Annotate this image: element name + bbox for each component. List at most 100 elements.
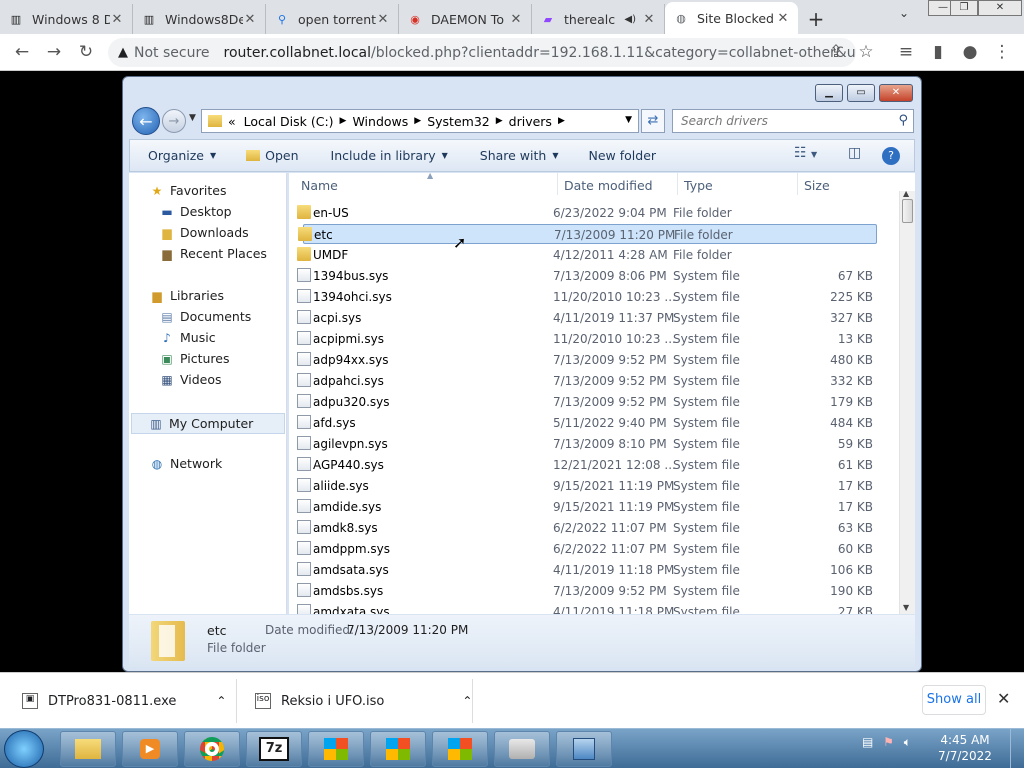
file-row[interactable]: amdsata.sys 4/11/2019 11:18 PM System file… <box>297 560 877 580</box>
file-row[interactable]: en-US 6/23/2022 9:04 PM File folder <box>297 203 877 223</box>
taskbar-chrome-icon[interactable] <box>184 731 240 767</box>
breadcrumb-drivers[interactable]: drivers <box>509 114 552 129</box>
file-row[interactable]: amdppm.sys 6/2/2022 11:07 PM System file 60… <box>297 539 877 559</box>
bookmark-star-icon[interactable]: ☆ <box>852 38 880 66</box>
nav-desktop[interactable]: ▬ Desktop <box>159 204 231 219</box>
show-all-downloads-button[interactable]: Show all <box>922 685 986 715</box>
file-row[interactable]: 1394ohci.sys 11/20/2010 10:23 ... System f… <box>297 287 877 307</box>
taskbar-windows-setup-icon[interactable] <box>370 731 426 767</box>
close-browser-button[interactable]: ✕ <box>978 0 1022 16</box>
back-arrow-icon[interactable]: ← <box>8 38 36 66</box>
tab-close-icon[interactable]: ✕ <box>376 12 390 27</box>
file-row[interactable]: afd.sys 5/11/2022 9:40 PM System file 484 K… <box>297 413 877 433</box>
nav-network[interactable]: ◍ Network <box>149 456 222 471</box>
breadcrumb-system32[interactable]: System32 <box>427 114 490 129</box>
browser-tab-5[interactable]: ▰ therealc ◀) ✕ <box>532 4 665 34</box>
forward-arrow-icon[interactable]: → <box>40 38 68 66</box>
preview-pane-icon[interactable]: ◫ <box>848 145 861 161</box>
tab-close-icon[interactable]: ✕ <box>776 11 790 26</box>
share-icon[interactable]: ⇪ <box>822 38 850 66</box>
taskbar-media-player-icon[interactable]: ▶ <box>122 731 178 767</box>
file-row[interactable]: adp94xx.sys 7/13/2009 9:52 PM System file 4… <box>297 350 877 370</box>
address-bar[interactable]: ▲ Not secure router.collabnet.local/bloc… <box>108 38 856 67</box>
profile-avatar-icon[interactable]: ● <box>956 38 984 66</box>
browser-tab-1[interactable]: ▥ Windows 8 D ✕ <box>0 4 133 34</box>
side-panel-icon[interactable]: ▮ <box>924 38 952 66</box>
column-header-size[interactable]: Size <box>797 173 830 195</box>
explorer-maximize-button[interactable]: ▭ <box>847 84 875 102</box>
nav-my-computer[interactable]: ▥ My Computer <box>131 413 285 434</box>
show-desktop-button[interactable] <box>1010 729 1024 768</box>
nav-libraries[interactable]: ▆ Libraries <box>149 288 224 303</box>
view-options-icon[interactable]: ☷ ▼ <box>794 145 817 161</box>
explorer-address-bar[interactable]: « Local Disk (C:) ▶ Windows ▶ System32 ▶ dr… <box>201 109 639 133</box>
explorer-back-button[interactable]: ← <box>132 107 160 135</box>
download-item-iso[interactable]: iso Reksio i UFO.iso ⌃ <box>255 683 472 719</box>
close-downloads-bar-icon[interactable]: ✕ <box>997 689 1010 708</box>
browser-tab-6[interactable]: ◍ Site Blocked ✕ <box>665 2 798 34</box>
nav-favorites[interactable]: ★ Favorites <box>149 183 227 198</box>
file-row[interactable]: acpipmi.sys 11/20/2010 10:23 ... System fi… <box>297 329 877 349</box>
include-in-library-button[interactable]: Include in library ▼ <box>321 148 458 163</box>
browser-tab-4[interactable]: ◉ DAEMON To ✕ <box>399 4 532 34</box>
taskbar-7zip-icon[interactable]: 7z <box>246 731 302 767</box>
nav-pictures[interactable]: ▣ Pictures <box>159 351 229 366</box>
column-header-date[interactable]: Date modified <box>557 173 653 195</box>
breadcrumb-windows[interactable]: Windows <box>352 114 408 129</box>
media-queue-icon[interactable]: ≡ <box>892 38 920 66</box>
menu-kebab-icon[interactable]: ⋮ <box>988 38 1016 66</box>
file-row[interactable]: 1394bus.sys 7/13/2009 8:06 PM System file 6… <box>297 266 877 286</box>
open-button[interactable]: Open <box>236 148 308 163</box>
file-row[interactable]: aliide.sys 9/15/2021 11:19 PM System file 1… <box>297 476 877 496</box>
search-icon[interactable]: ⚲ <box>898 113 908 128</box>
file-row[interactable]: amdxata.sys 4/11/2019 11:18 PM System file… <box>297 602 877 614</box>
organize-button[interactable]: Organize ▼ <box>138 148 226 163</box>
file-row[interactable]: UMDF 4/12/2011 4:28 AM File folder <box>297 245 877 265</box>
explorer-refresh-icon[interactable]: ⇄ <box>641 109 665 133</box>
taskbar-clock[interactable]: 4:45 AM 7/7/2022 <box>930 732 1000 764</box>
start-button[interactable] <box>4 730 44 768</box>
column-header-type[interactable]: Type <box>677 173 713 195</box>
nav-videos[interactable]: ▦ Videos <box>159 372 221 387</box>
browser-tab-2[interactable]: ▥ Windows8De ✕ <box>133 4 266 34</box>
breadcrumb-chevron-icon[interactable]: ▶ <box>558 116 565 126</box>
browser-tab-3[interactable]: ⚲ open torrent ✕ <box>266 4 399 34</box>
nav-documents[interactable]: ▤ Documents <box>159 309 251 324</box>
taskbar-windows-setup-icon[interactable] <box>432 731 488 767</box>
file-row[interactable]: AGP440.sys 12/21/2021 12:08 ... System fil… <box>297 455 877 475</box>
file-row[interactable]: amdide.sys 9/15/2021 11:19 PM System file 1… <box>297 497 877 517</box>
scroll-thumb[interactable] <box>902 199 913 223</box>
nav-recent-places[interactable]: ▆ Recent Places <box>159 246 267 261</box>
file-row[interactable]: amdk8.sys 6/2/2022 11:07 PM System file 63 … <box>297 518 877 538</box>
breadcrumb-chevron-icon[interactable]: ▶ <box>414 116 421 126</box>
address-dropdown-icon[interactable]: ▼ <box>625 115 632 125</box>
explorer-close-button[interactable]: ✕ <box>879 84 913 102</box>
taskbar-explorer-icon[interactable] <box>60 731 116 767</box>
breadcrumb-prefix[interactable]: « <box>228 114 236 129</box>
tab-close-icon[interactable]: ✕ <box>642 12 656 27</box>
breadcrumb-chevron-icon[interactable]: ▶ <box>496 116 503 126</box>
file-row[interactable]: etc 7/13/2009 11:20 PM File folder <box>298 224 877 244</box>
nav-music[interactable]: ♪ Music <box>159 330 215 345</box>
tab-search-chevron-icon[interactable]: ⌄ <box>894 6 914 26</box>
history-dropdown-icon[interactable]: ▼ <box>189 113 196 123</box>
tab-audio-icon[interactable]: ◀) <box>624 14 636 25</box>
breadcrumb-chevron-icon[interactable]: ▶ <box>340 116 347 126</box>
reload-icon[interactable]: ↻ <box>72 38 100 66</box>
taskbar-windows-setup-icon[interactable] <box>308 731 364 767</box>
file-row[interactable]: amdsbs.sys 7/13/2009 9:52 PM System file 19… <box>297 581 877 601</box>
download-item-exe[interactable]: ▣ DTPro831-0811.exe ⌃ <box>22 683 226 719</box>
column-header-name[interactable]: Name <box>301 178 338 193</box>
tab-close-icon[interactable]: ✕ <box>243 12 257 27</box>
scroll-down-arrow-icon[interactable]: ▼ <box>903 603 909 612</box>
file-row[interactable]: adpahci.sys 7/13/2009 9:52 PM System file 3… <box>297 371 877 391</box>
file-row[interactable]: adpu320.sys 7/13/2009 9:52 PM System file 1… <box>297 392 877 412</box>
file-row[interactable]: agilevpn.sys 7/13/2009 8:10 PM System file… <box>297 434 877 454</box>
taskbar-disc-icon[interactable] <box>494 731 550 767</box>
download-options-chevron-icon[interactable]: ⌃ <box>462 694 472 708</box>
taskbar-network-setup-icon[interactable] <box>556 731 612 767</box>
help-icon[interactable]: ? <box>882 147 900 165</box>
new-tab-button[interactable]: + <box>798 4 834 34</box>
new-folder-button[interactable]: New folder <box>579 148 667 163</box>
restore-button[interactable]: ❐ <box>950 0 978 16</box>
